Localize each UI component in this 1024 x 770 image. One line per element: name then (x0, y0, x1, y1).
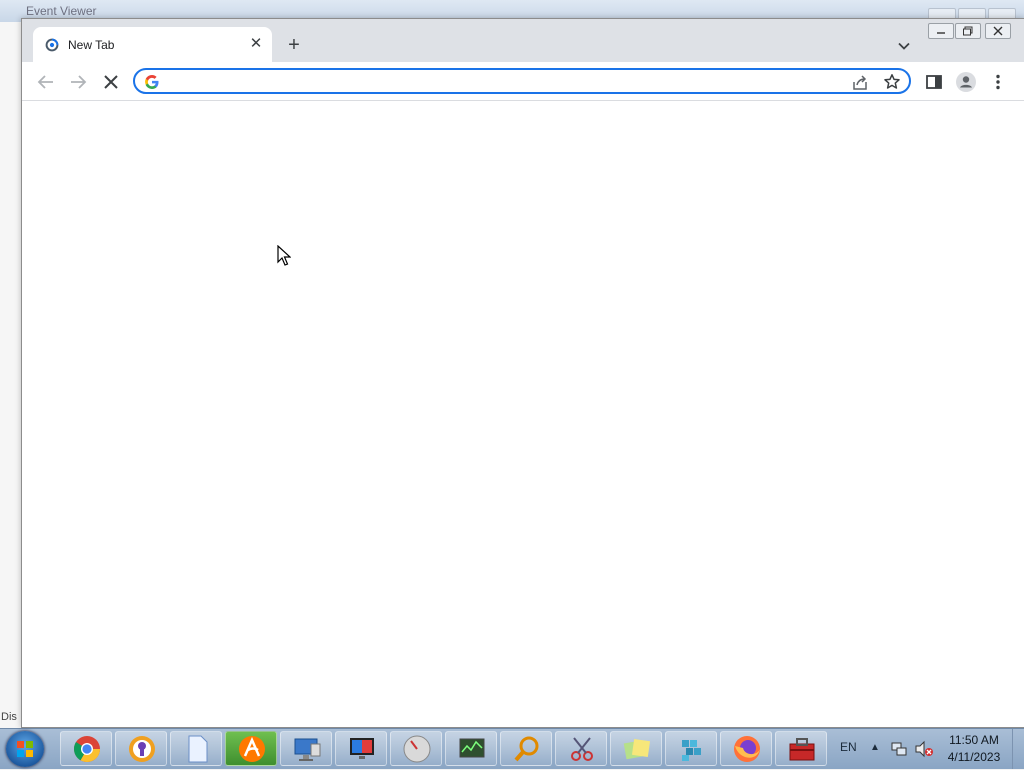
volume-muted-icon[interactable] (914, 740, 934, 758)
minimize-button[interactable] (928, 23, 954, 39)
toolbox-icon (789, 738, 815, 761)
document-icon (188, 735, 208, 763)
taskbar: EN ▲ 11:50 AM 4/11/2023 (0, 728, 1024, 769)
close-window-button[interactable] (985, 23, 1011, 39)
star-icon[interactable] (883, 73, 901, 91)
start-button[interactable] (6, 731, 44, 767)
taskbar-blank-document[interactable] (170, 731, 222, 766)
firefox-icon (734, 736, 760, 762)
browser-window: New Tab ✕ + (21, 18, 1024, 728)
taskbar-toolbox[interactable] (775, 731, 827, 766)
arrow-left-icon[interactable] (34, 70, 58, 94)
magnifier-icon (514, 736, 539, 762)
show-desktop-button[interactable] (1012, 729, 1024, 769)
minimize-icon (937, 32, 945, 34)
taskbar-disk-utility[interactable] (390, 731, 442, 766)
scissors-icon (571, 737, 593, 761)
system-tray: EN ▲ 11:50 AM 4/11/2023 (832, 729, 1024, 769)
address-input[interactable] (167, 73, 851, 93)
clock-date[interactable]: 4/11/2023 (944, 750, 1004, 764)
taskbar-registry-editor[interactable] (665, 731, 717, 766)
background-window-title: Event Viewer (26, 4, 97, 18)
avast-icon (239, 736, 265, 762)
registry-icon (682, 740, 701, 761)
taskbar-search-tool[interactable] (500, 731, 552, 766)
close-icon (993, 26, 1003, 36)
sticky-notes-icon (623, 738, 651, 760)
tab-new-tab[interactable]: New Tab ✕ (33, 27, 272, 62)
remote-desktop-icon (294, 738, 321, 761)
more-vert-icon[interactable] (986, 70, 1010, 94)
taskbar-avast[interactable] (225, 731, 277, 766)
background-window-sidebar (0, 22, 23, 728)
background-window-status-text: Dis (1, 711, 17, 723)
taskbar-chrome[interactable] (60, 731, 112, 766)
omnibox[interactable] (133, 68, 911, 94)
arrow-right-icon[interactable] (66, 70, 90, 94)
network-icon[interactable] (890, 740, 908, 758)
windows-logo-icon (17, 741, 33, 757)
monitor-icon (350, 738, 374, 759)
taskbar-remote-desktop[interactable] (280, 731, 332, 766)
language-indicator[interactable]: EN (840, 740, 857, 754)
taskbar-snipping-tool[interactable] (555, 731, 607, 766)
tab-strip: New Tab ✕ + (22, 19, 1024, 62)
restore-icon (963, 26, 973, 36)
chevron-down-icon[interactable] (894, 36, 914, 56)
gauge-icon (403, 735, 431, 763)
show-hidden-icons-icon[interactable]: ▲ (870, 742, 880, 753)
google-g-icon (145, 75, 159, 89)
chrome-loading-icon (45, 38, 59, 52)
browser-toolbar (22, 62, 1024, 101)
secureline-icon (129, 736, 155, 762)
side-panel-icon[interactable] (922, 70, 946, 94)
taskbar-avast-secureline[interactable] (115, 731, 167, 766)
taskbar-system-monitor[interactable] (445, 731, 497, 766)
taskbar-firefox[interactable] (720, 731, 772, 766)
mouse-cursor-icon (277, 245, 291, 266)
taskbar-sticky-notes[interactable] (610, 731, 662, 766)
person-icon[interactable] (954, 70, 978, 94)
restore-button[interactable] (955, 23, 981, 39)
taskbar-display-monitor[interactable] (335, 731, 387, 766)
share-icon[interactable] (851, 74, 869, 92)
chrome-icon (73, 736, 101, 763)
new-tab-button[interactable]: + (283, 35, 305, 57)
stop-loading-icon[interactable] (99, 70, 123, 94)
tab-title: New Tab (68, 38, 115, 52)
page-content[interactable] (22, 101, 1024, 727)
system-monitor-icon (459, 738, 485, 758)
clock-time[interactable]: 11:50 AM (944, 733, 1004, 747)
close-tab-icon[interactable]: ✕ (248, 36, 264, 52)
